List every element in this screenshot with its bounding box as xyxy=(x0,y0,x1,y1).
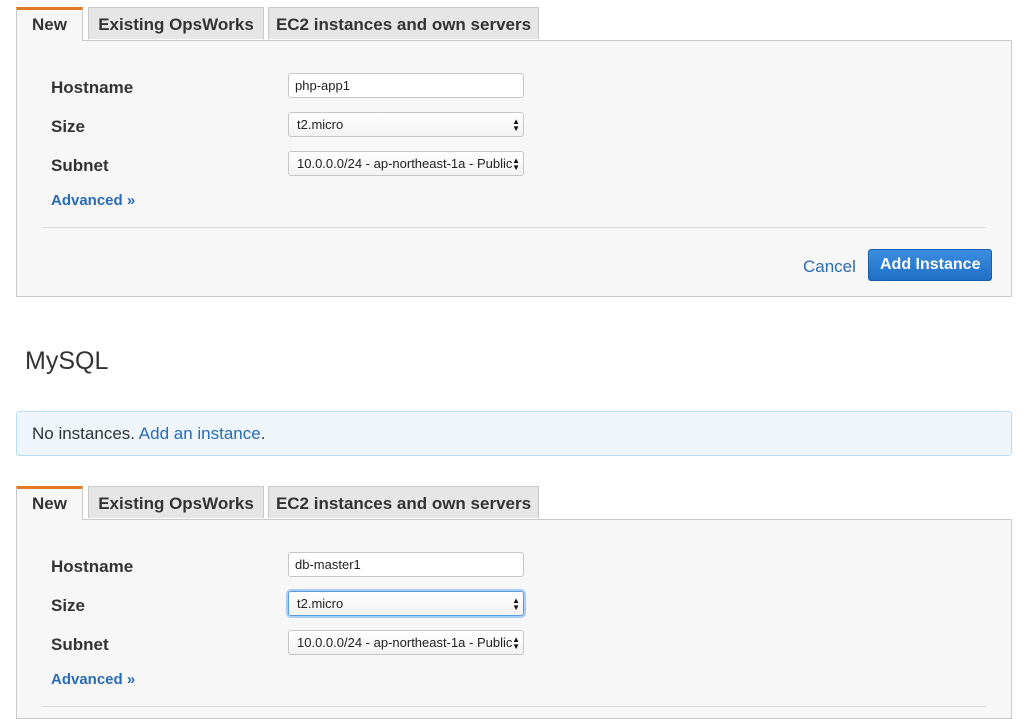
advanced-link[interactable]: Advanced » xyxy=(51,192,135,209)
subnet-select-value: 10.0.0.0/24 - ap-northeast-1a - Public xyxy=(297,156,513,171)
size-select-value: t2.micro xyxy=(297,117,344,132)
size-select-value: t2.micro xyxy=(297,596,344,611)
cancel-link[interactable]: Cancel xyxy=(803,257,856,277)
alert-text: No instances. xyxy=(32,424,135,443)
hostname-input[interactable]: php-app1 xyxy=(288,73,524,98)
size-label: Size xyxy=(51,117,86,136)
hostname-input[interactable]: db-master1 xyxy=(288,552,524,577)
size-select[interactable]: t2.micro ▲ ▼ xyxy=(288,591,524,616)
subnet-select-value: 10.0.0.0/24 - ap-northeast-1a - Public xyxy=(297,635,513,650)
advanced-link[interactable]: Advanced » xyxy=(51,671,135,688)
divider xyxy=(42,227,986,228)
subnet-label: Subnet xyxy=(51,635,109,654)
add-instance-panel-mysql: Hostname db-master1 Size t2.micro ▲ ▼ Sub… xyxy=(16,519,1012,719)
add-an-instance-link[interactable]: Add an instance xyxy=(139,424,261,443)
tab-existing-opsworks[interactable]: Existing OpsWorks xyxy=(88,7,264,39)
alert-period: . xyxy=(260,424,266,443)
tab-existing-opsworks[interactable]: Existing OpsWorks xyxy=(88,486,264,518)
tab-ec2-own-servers[interactable]: EC2 instances and own servers xyxy=(268,7,539,39)
size-label: Size xyxy=(51,596,86,615)
no-instances-alert: No instances. Add an instance. xyxy=(16,411,1012,456)
divider xyxy=(42,706,986,707)
size-select[interactable]: t2.micro ▲ ▼ xyxy=(288,112,524,137)
subnet-label: Subnet xyxy=(51,156,109,175)
add-instance-panel-app: Hostname php-app1 Size t2.micro ▲ ▼ Subne… xyxy=(16,40,1012,297)
layer-heading-mysql: MySQL xyxy=(25,347,109,375)
hostname-label: Hostname xyxy=(51,78,134,97)
tab-new[interactable]: New xyxy=(16,486,83,520)
subnet-select[interactable]: 10.0.0.0/24 - ap-northeast-1a - Public ▲… xyxy=(288,151,524,176)
hostname-label: Hostname xyxy=(51,557,134,576)
tab-ec2-own-servers[interactable]: EC2 instances and own servers xyxy=(268,486,539,518)
add-instance-button[interactable]: Add Instance xyxy=(868,249,993,281)
subnet-select[interactable]: 10.0.0.0/24 - ap-northeast-1a - Public ▲… xyxy=(288,630,524,655)
tab-new[interactable]: New xyxy=(16,7,83,41)
